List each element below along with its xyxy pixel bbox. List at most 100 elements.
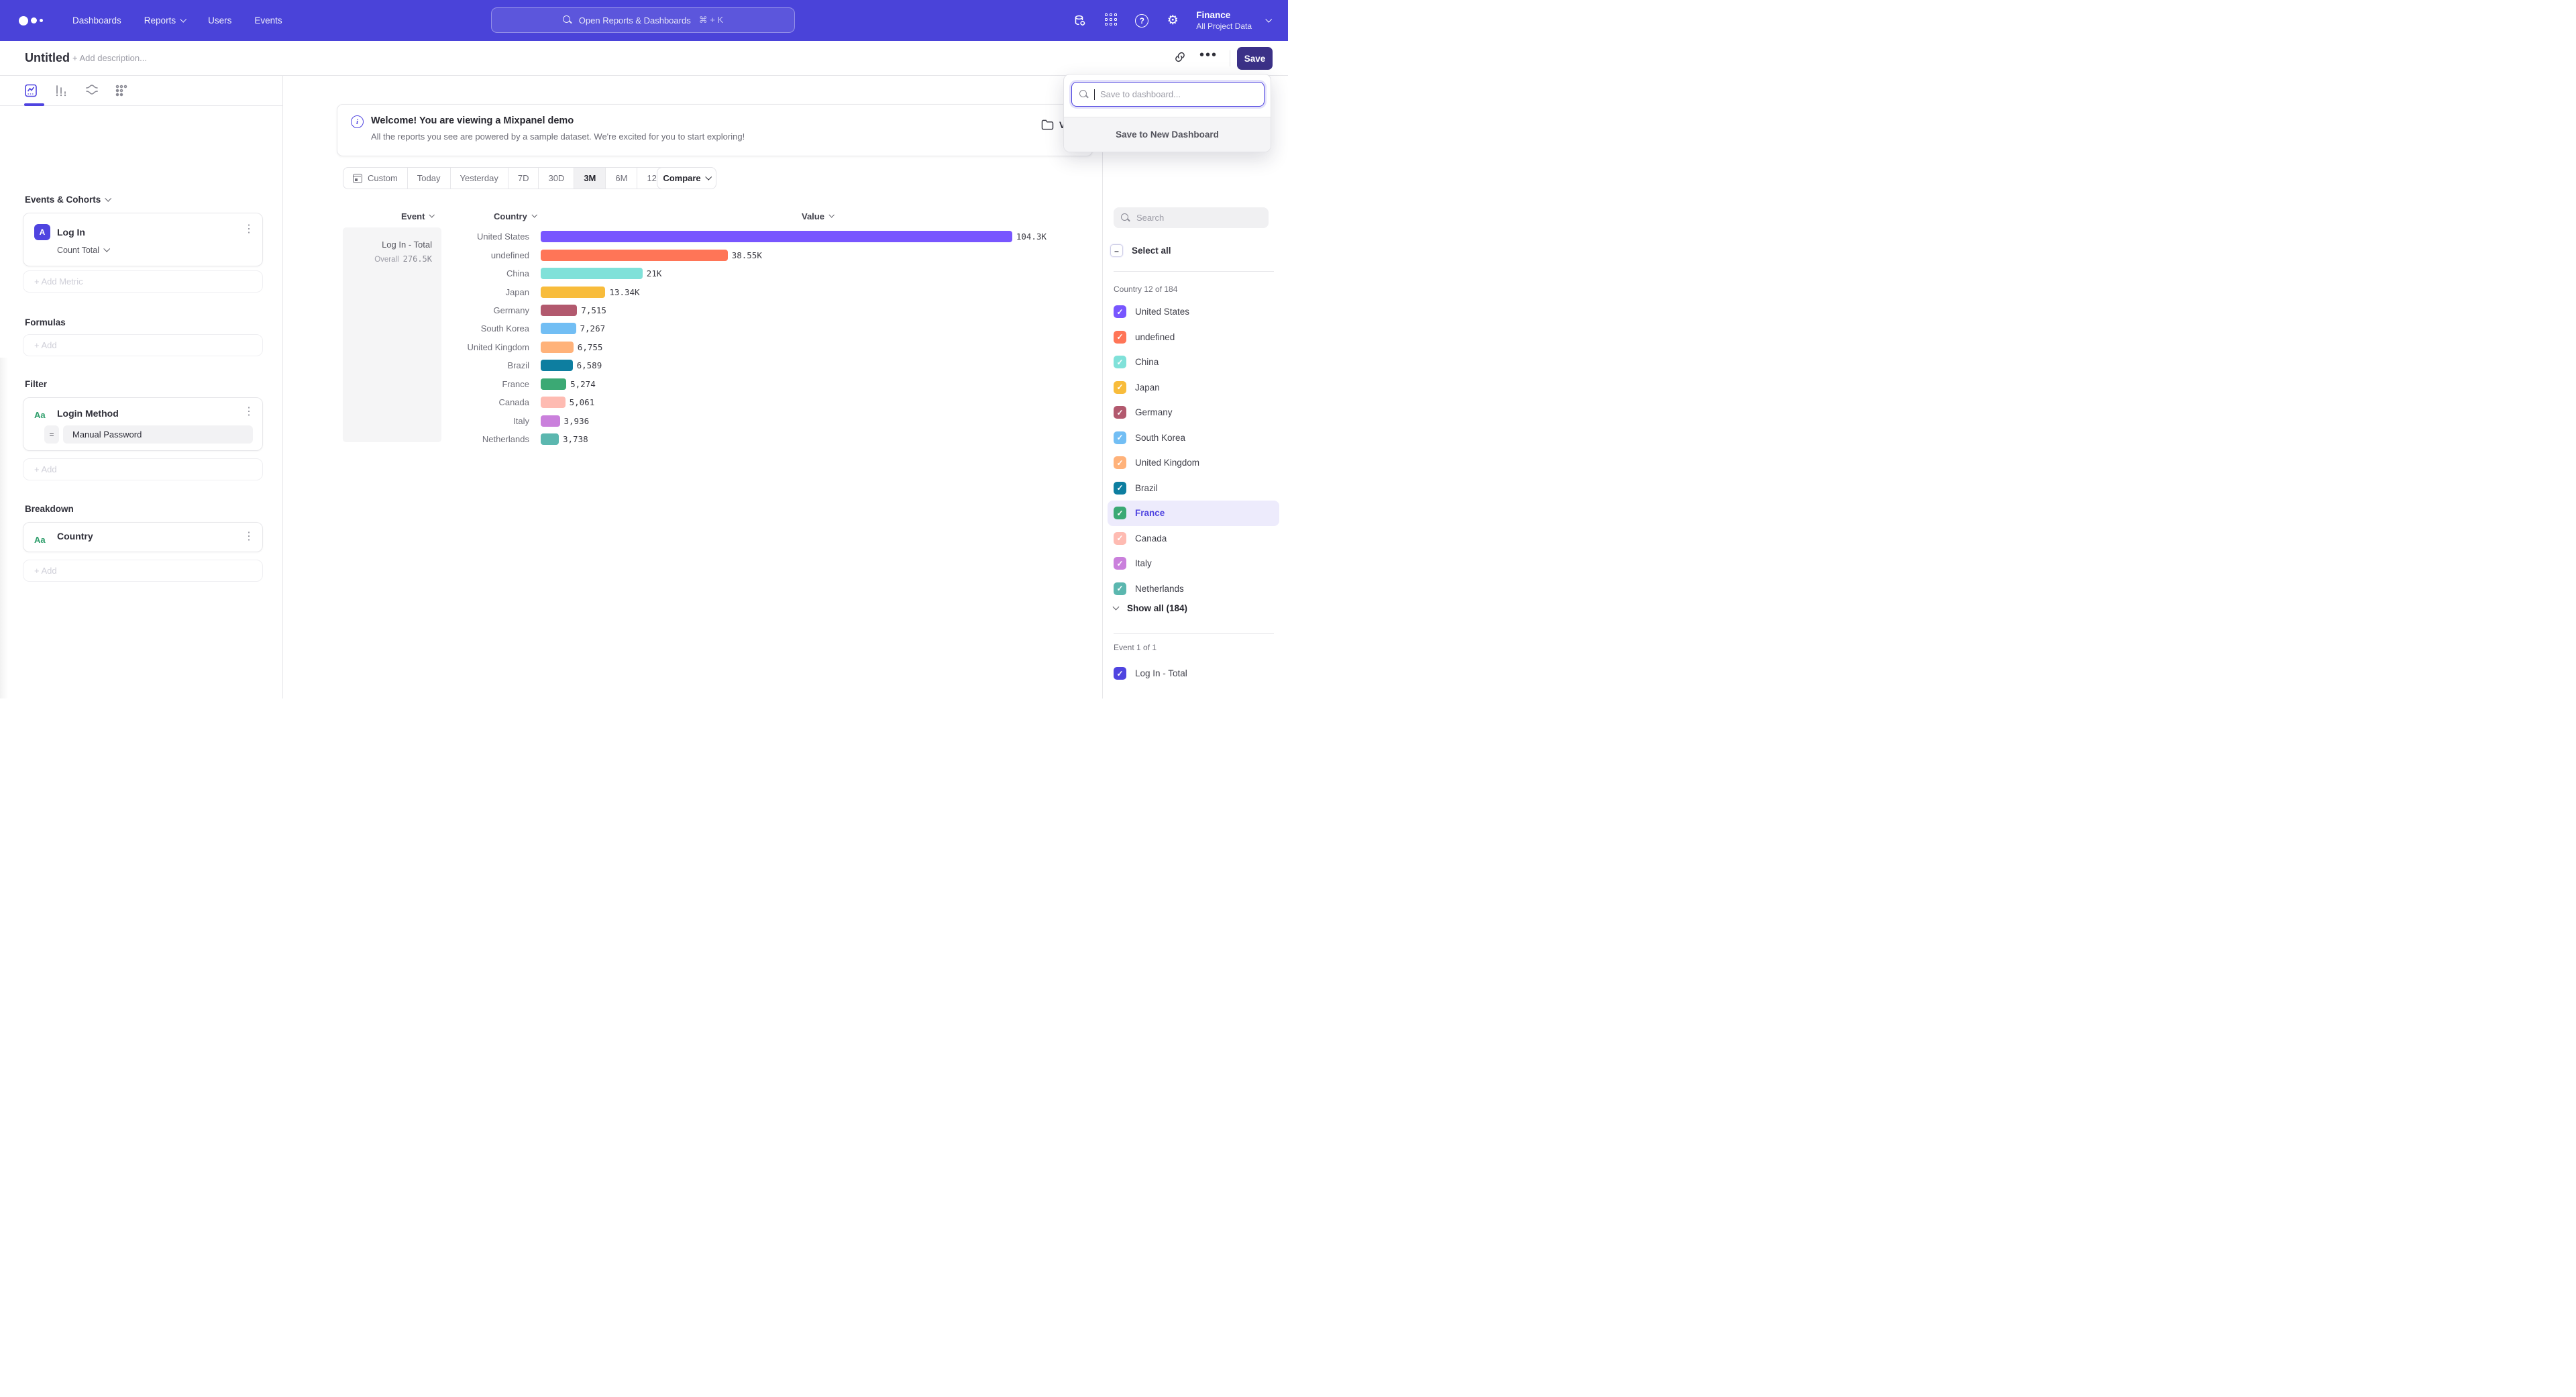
project-switcher[interactable]: Finance All Project Data: [1196, 10, 1252, 31]
range-today[interactable]: Today: [408, 168, 451, 189]
more-options-icon[interactable]: •••: [1199, 48, 1218, 63]
country-filter-list: ✓United States✓undefined✓China✓Japan✓Ger…: [1108, 299, 1279, 601]
category-label: Netherlands: [441, 434, 541, 444]
checkbox-checked[interactable]: ✓: [1114, 381, 1126, 394]
aggregation-dropdown[interactable]: Count Total: [57, 246, 109, 255]
bar-segment[interactable]: [541, 250, 728, 261]
bar-segment[interactable]: [541, 305, 577, 316]
events-cohorts-header[interactable]: Events & Cohorts: [25, 195, 110, 205]
legend-item-canada[interactable]: ✓Canada: [1108, 526, 1279, 552]
legend-item-brazil[interactable]: ✓Brazil: [1108, 476, 1279, 501]
metric-event-name[interactable]: Log In: [57, 227, 85, 238]
tab-funnels[interactable]: [52, 82, 70, 99]
save-to-new-dashboard-button[interactable]: Save to New Dashboard: [1064, 117, 1271, 152]
legend-item-undefined[interactable]: ✓undefined: [1108, 325, 1279, 350]
breakdown-kebab-icon[interactable]: ⋮: [244, 531, 254, 542]
legend-item-netherlands[interactable]: ✓Netherlands: [1108, 576, 1279, 602]
column-header-event[interactable]: Event: [401, 211, 433, 221]
tab-insights[interactable]: [22, 82, 40, 99]
apps-grid-icon[interactable]: [1104, 13, 1118, 28]
bar-segment[interactable]: [541, 268, 643, 279]
bar-segment[interactable]: [541, 378, 566, 390]
filter-kebab-icon[interactable]: ⋮: [244, 407, 254, 417]
bar-segment[interactable]: [541, 360, 573, 371]
project-chevron-icon[interactable]: [1265, 15, 1272, 22]
checkbox-checked[interactable]: ✓: [1114, 431, 1126, 444]
breakdown-header: Breakdown: [25, 504, 74, 514]
copy-link-icon[interactable]: [1174, 51, 1186, 63]
range-7d[interactable]: 7D: [508, 168, 539, 189]
tab-retention[interactable]: [113, 82, 130, 99]
save-button[interactable]: Save: [1237, 47, 1273, 70]
breakdown-property-name[interactable]: Country: [57, 531, 93, 541]
filter-value-dropdown[interactable]: Manual Password: [63, 425, 253, 444]
data-management-icon[interactable]: [1073, 13, 1087, 28]
legend-item-france[interactable]: ✓France: [1108, 501, 1279, 526]
settings-gear-icon[interactable]: ⚙: [1165, 13, 1180, 28]
column-header-value[interactable]: Value: [802, 211, 833, 221]
legend-item-china[interactable]: ✓China: [1108, 350, 1279, 375]
checkbox-checked[interactable]: ✓: [1114, 532, 1126, 545]
bar-segment[interactable]: [541, 287, 605, 298]
help-icon[interactable]: ?: [1134, 13, 1149, 28]
checkbox-checked[interactable]: ✓: [1114, 331, 1126, 344]
checkbox-checked[interactable]: ✓: [1114, 667, 1126, 680]
add-formula-button[interactable]: + Add: [23, 334, 263, 356]
event-series-name: Log In - Total: [382, 240, 432, 250]
legend-item-south-korea[interactable]: ✓South Korea: [1108, 425, 1279, 451]
legend-item-united-states[interactable]: ✓United States: [1108, 299, 1279, 325]
global-search-button[interactable]: Open Reports & Dashboards ⌘ + K: [491, 7, 795, 33]
range-3m[interactable]: 3M: [574, 168, 606, 189]
show-all-toggle[interactable]: Show all (184): [1114, 603, 1187, 613]
breakdown-card-country[interactable]: Aa Country ⋮: [23, 522, 263, 552]
nav-events[interactable]: Events: [254, 15, 282, 25]
range-yesterday[interactable]: Yesterday: [451, 168, 508, 189]
select-all-row[interactable]: – Select all: [1110, 244, 1171, 257]
bar-segment[interactable]: [541, 231, 1012, 242]
range-6m[interactable]: 6M: [606, 168, 637, 189]
nav-reports[interactable]: Reports: [144, 15, 185, 25]
add-breakdown-button[interactable]: + Add: [23, 560, 263, 582]
nav-users[interactable]: Users: [208, 15, 231, 25]
legend-item-italy[interactable]: ✓Italy: [1108, 551, 1279, 576]
divider: [1114, 271, 1274, 272]
checkbox-checked[interactable]: ✓: [1114, 456, 1126, 469]
range-custom[interactable]: Custom: [343, 168, 408, 189]
report-type-tabs: [0, 76, 282, 106]
nav-dashboards[interactable]: Dashboards: [72, 15, 121, 25]
bar-segment[interactable]: [541, 433, 559, 445]
checkbox-checked[interactable]: ✓: [1114, 582, 1126, 595]
add-filter-button[interactable]: + Add: [23, 458, 263, 480]
metric-kebab-icon[interactable]: ⋮: [244, 224, 254, 235]
bar-segment[interactable]: [541, 323, 576, 334]
report-title[interactable]: Untitled: [25, 51, 70, 65]
metric-card-log-in[interactable]: A Log In ⋮ Count Total: [23, 213, 263, 266]
compare-button[interactable]: Compare: [657, 167, 716, 189]
legend-item-united-kingdom[interactable]: ✓United Kingdom: [1108, 450, 1279, 476]
filter-operator-dropdown[interactable]: =: [44, 425, 59, 444]
add-metric-button[interactable]: + Add Metric: [23, 270, 263, 293]
tab-flows[interactable]: [83, 82, 101, 99]
bar-segment[interactable]: [541, 415, 560, 427]
legend-item-japan[interactable]: ✓Japan: [1108, 375, 1279, 401]
checkbox-checked[interactable]: ✓: [1114, 507, 1126, 519]
legend-search-input[interactable]: Search: [1114, 207, 1269, 228]
legend-item-log-in---total[interactable]: ✓Log In - Total: [1108, 661, 1279, 686]
bar-segment[interactable]: [541, 397, 566, 408]
filter-property-name[interactable]: Login Method: [57, 408, 119, 419]
checkbox-checked[interactable]: ✓: [1114, 482, 1126, 495]
select-all-checkbox-indeterminate[interactable]: –: [1110, 244, 1123, 257]
checkbox-checked[interactable]: ✓: [1114, 406, 1126, 419]
view-board-button[interactable]: V: [1041, 119, 1065, 130]
mixpanel-logo-icon[interactable]: [19, 16, 50, 25]
checkbox-checked[interactable]: ✓: [1114, 557, 1126, 570]
checkbox-checked[interactable]: ✓: [1114, 356, 1126, 368]
bar-segment[interactable]: [541, 342, 574, 353]
range-30d[interactable]: 30D: [539, 168, 574, 189]
save-dashboard-search-input[interactable]: Save to dashboard...: [1071, 82, 1265, 107]
legend-item-germany[interactable]: ✓Germany: [1108, 400, 1279, 425]
filter-card-login-method[interactable]: Aa Login Method ⋮ = Manual Password: [23, 397, 263, 451]
column-header-country[interactable]: Country: [494, 211, 536, 221]
add-description-field[interactable]: + Add description...: [72, 53, 147, 63]
checkbox-checked[interactable]: ✓: [1114, 305, 1126, 318]
